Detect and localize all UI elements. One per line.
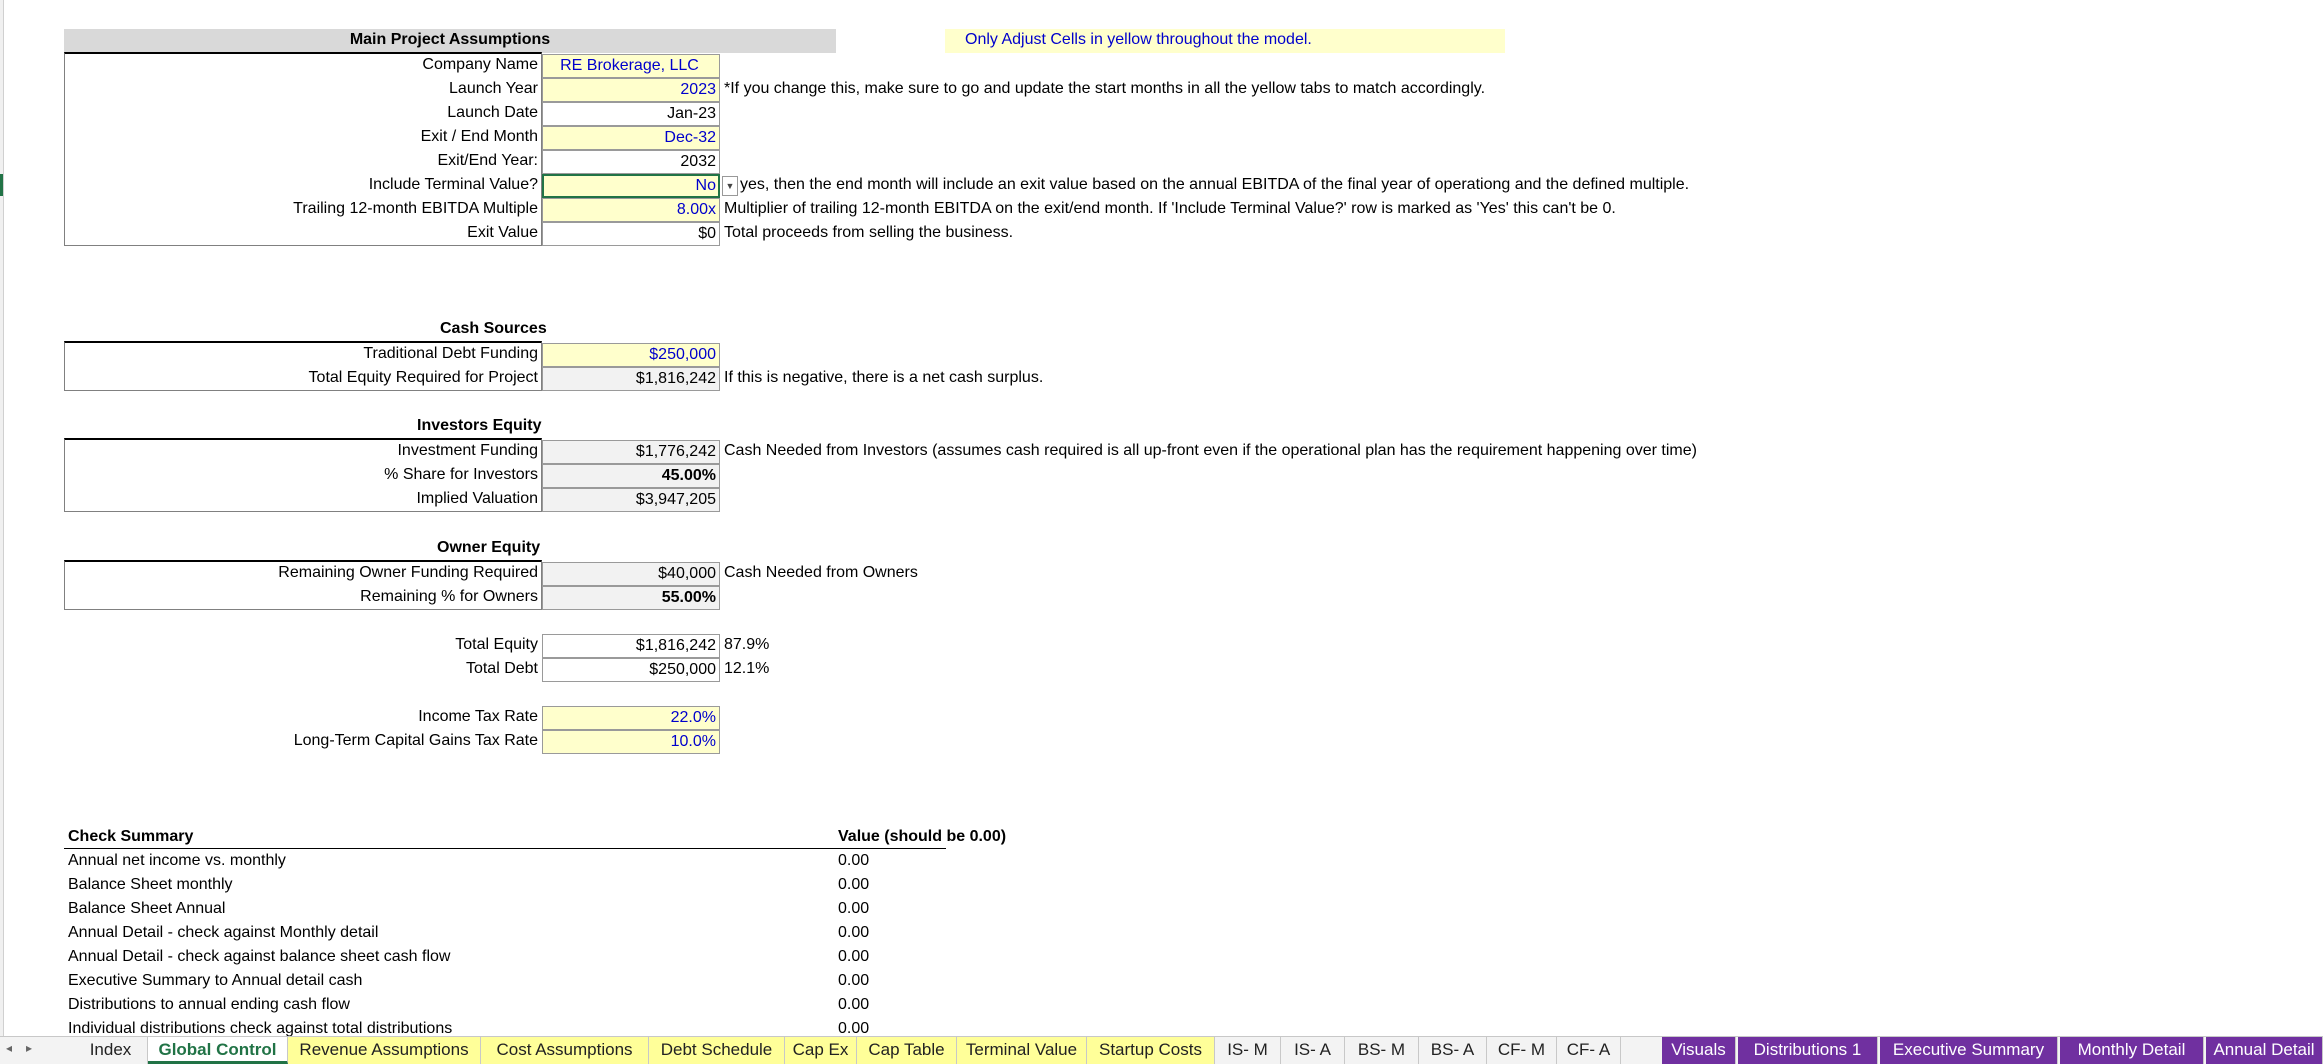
investment-funding-note: Cash Needed from Investors (assumes cash… [724,442,1697,459]
remaining-owner-pct-cell[interactable]: 55.00% [542,586,720,610]
implied-valuation-cell[interactable]: $3,947,205 [542,488,720,512]
check-summary-header: Check Summary [68,828,194,845]
total-debt-pct: 12.1% [724,660,770,677]
tab-bs-m[interactable]: BS- M [1345,1037,1419,1064]
tab-executive-summary[interactable]: Executive Summary [1880,1037,2058,1064]
check-row-value[interactable]: 0.00 [838,922,869,946]
label-company-name: Company Name [422,56,538,73]
tab-is-m[interactable]: IS- M [1215,1037,1281,1064]
label-total-equity: Total Equity [455,636,538,653]
check-row-label: Annual Detail - check against Monthly de… [68,924,379,941]
label-remaining-owner-pct: Remaining % for Owners [360,588,538,605]
check-row-value[interactable]: 0.00 [838,970,869,994]
check-row-label: Balance Sheet Annual [68,900,226,917]
label-launch-year: Launch Year [449,80,538,97]
label-launch-date: Launch Date [447,104,538,121]
label-investment-funding: Investment Funding [397,442,538,459]
launch-date-cell[interactable]: Jan-23 [542,102,720,126]
check-row-value[interactable]: 0.00 [838,1018,869,1036]
share-investors-cell[interactable]: 45.00% [542,464,720,488]
sheet-tab-bar: ◂ ▸ Index Global Control Revenue Assumpt… [0,1036,2323,1064]
tab-cap-ex[interactable]: Cap Ex [785,1037,857,1064]
ebitda-multiple-cell[interactable]: 8.00x [542,198,720,222]
check-row-value[interactable]: 0.00 [838,874,869,898]
company-name-cell[interactable]: RE Brokerage, LLC [542,54,720,78]
total-equity-required-note: If this is negative, there is a net cash… [724,369,1044,386]
tab-debt-schedule[interactable]: Debt Schedule [649,1037,785,1064]
ebitda-multiple-note: Multiplier of trailing 12-month EBITDA o… [724,200,1616,217]
check-row-value[interactable]: 0.00 [838,850,869,874]
label-include-terminal-value: Include Terminal Value? [368,176,538,193]
investors-equity-header: Investors Equity [417,417,542,434]
label-traditional-debt: Traditional Debt Funding [363,345,538,362]
check-row-label: Executive Summary to Annual detail cash [68,972,363,989]
remaining-owner-funding-cell[interactable]: $40,000 [542,562,720,586]
check-row-label: Annual Detail - check against balance sh… [68,948,451,965]
income-tax-rate-cell[interactable]: 22.0% [542,706,720,730]
tab-monthly-detail[interactable]: Monthly Detail [2060,1037,2204,1064]
tab-visuals[interactable]: Visuals [1662,1037,1736,1064]
tab-bs-a[interactable]: BS- A [1419,1037,1487,1064]
scroll-right-icon[interactable]: ▸ [26,1041,32,1055]
check-row-label: Individual distributions check against t… [68,1020,453,1036]
label-exit-value: Exit Value [467,224,538,241]
check-row-label: Annual net income vs. monthly [68,852,286,869]
tab-cost-assumptions[interactable]: Cost Assumptions [481,1037,649,1064]
tab-revenue-assumptions[interactable]: Revenue Assumptions [288,1037,481,1064]
label-ebitda-multiple: Trailing 12-month EBITDA Multiple [293,200,538,217]
investment-funding-cell[interactable]: $1,776,242 [542,440,720,464]
label-income-tax-rate: Income Tax Rate [418,708,538,725]
check-row-label: Distributions to annual ending cash flow [68,996,350,1013]
row-gutter [0,0,4,1036]
tab-cf-m[interactable]: CF- M [1487,1037,1557,1064]
exit-value-cell[interactable]: $0 [542,222,720,246]
label-capital-gains-tax-rate: Long-Term Capital Gains Tax Rate [293,732,538,749]
tab-distributions-1[interactable]: Distributions 1 [1738,1037,1878,1064]
check-row-value[interactable]: 0.00 [838,994,869,1018]
launch-year-cell[interactable]: 2023 [542,78,720,102]
total-equity-required-cell[interactable]: $1,816,242 [542,367,720,391]
yellow-cells-notice: Only Adjust Cells in yellow throughout t… [945,29,1505,53]
label-total-debt: Total Debt [465,660,538,677]
capital-gains-tax-rate-cell[interactable]: 10.0% [542,730,720,754]
label-share-investors: % Share for Investors [384,466,538,483]
scroll-left-icon[interactable]: ◂ [6,1041,12,1055]
owner-equity-header: Owner Equity [437,539,541,556]
traditional-debt-cell[interactable]: $250,000 [542,343,720,367]
total-equity-cell[interactable]: $1,816,242 [542,634,720,658]
tab-terminal-value[interactable]: Terminal Value [957,1037,1087,1064]
check-summary-underline [64,848,946,849]
tab-global-control[interactable]: Global Control [148,1037,288,1064]
check-row-value[interactable]: 0.00 [838,898,869,922]
total-equity-pct: 87.9% [724,636,770,653]
remaining-owner-funding-note: Cash Needed from Owners [724,564,918,581]
tab-is-a[interactable]: IS- A [1281,1037,1345,1064]
label-exit-end-month: Exit / End Month [420,128,538,145]
label-exit-end-year: Exit/End Year: [437,152,538,169]
check-row-label: Balance Sheet monthly [68,876,233,893]
tab-cf-a[interactable]: CF- A [1557,1037,1621,1064]
exit-end-month-cell[interactable]: Dec-32 [542,126,720,150]
exit-value-note: Total proceeds from selling the business… [724,224,1014,241]
total-debt-cell[interactable]: $250,000 [542,658,720,682]
check-row-value[interactable]: 0.00 [838,946,869,970]
include-terminal-value-note: yes, then the end month will include an … [740,176,1690,193]
label-remaining-owner-funding: Remaining Owner Funding Required [278,564,538,581]
exit-end-year-cell[interactable]: 2032 [542,150,720,174]
spreadsheet-grid[interactable]: Main Project Assumptions Only Adjust Cel… [0,0,2323,1036]
tab-startup-costs[interactable]: Startup Costs [1087,1037,1215,1064]
main-assumptions-header: Main Project Assumptions [64,29,836,53]
include-terminal-value-cell[interactable]: No [542,174,720,198]
tab-annual-detail[interactable]: Annual Detail [2206,1037,2323,1064]
cash-sources-header: Cash Sources [440,320,547,337]
label-total-equity-required: Total Equity Required for Project [308,369,538,386]
tab-cap-table[interactable]: Cap Table [857,1037,957,1064]
check-value-header: Value (should be 0.00) [838,828,1007,845]
launch-year-note: *If you change this, make sure to go and… [724,80,1486,97]
tab-index[interactable]: Index [74,1037,148,1064]
active-row-marker [0,174,3,196]
label-implied-valuation: Implied Valuation [416,490,538,507]
